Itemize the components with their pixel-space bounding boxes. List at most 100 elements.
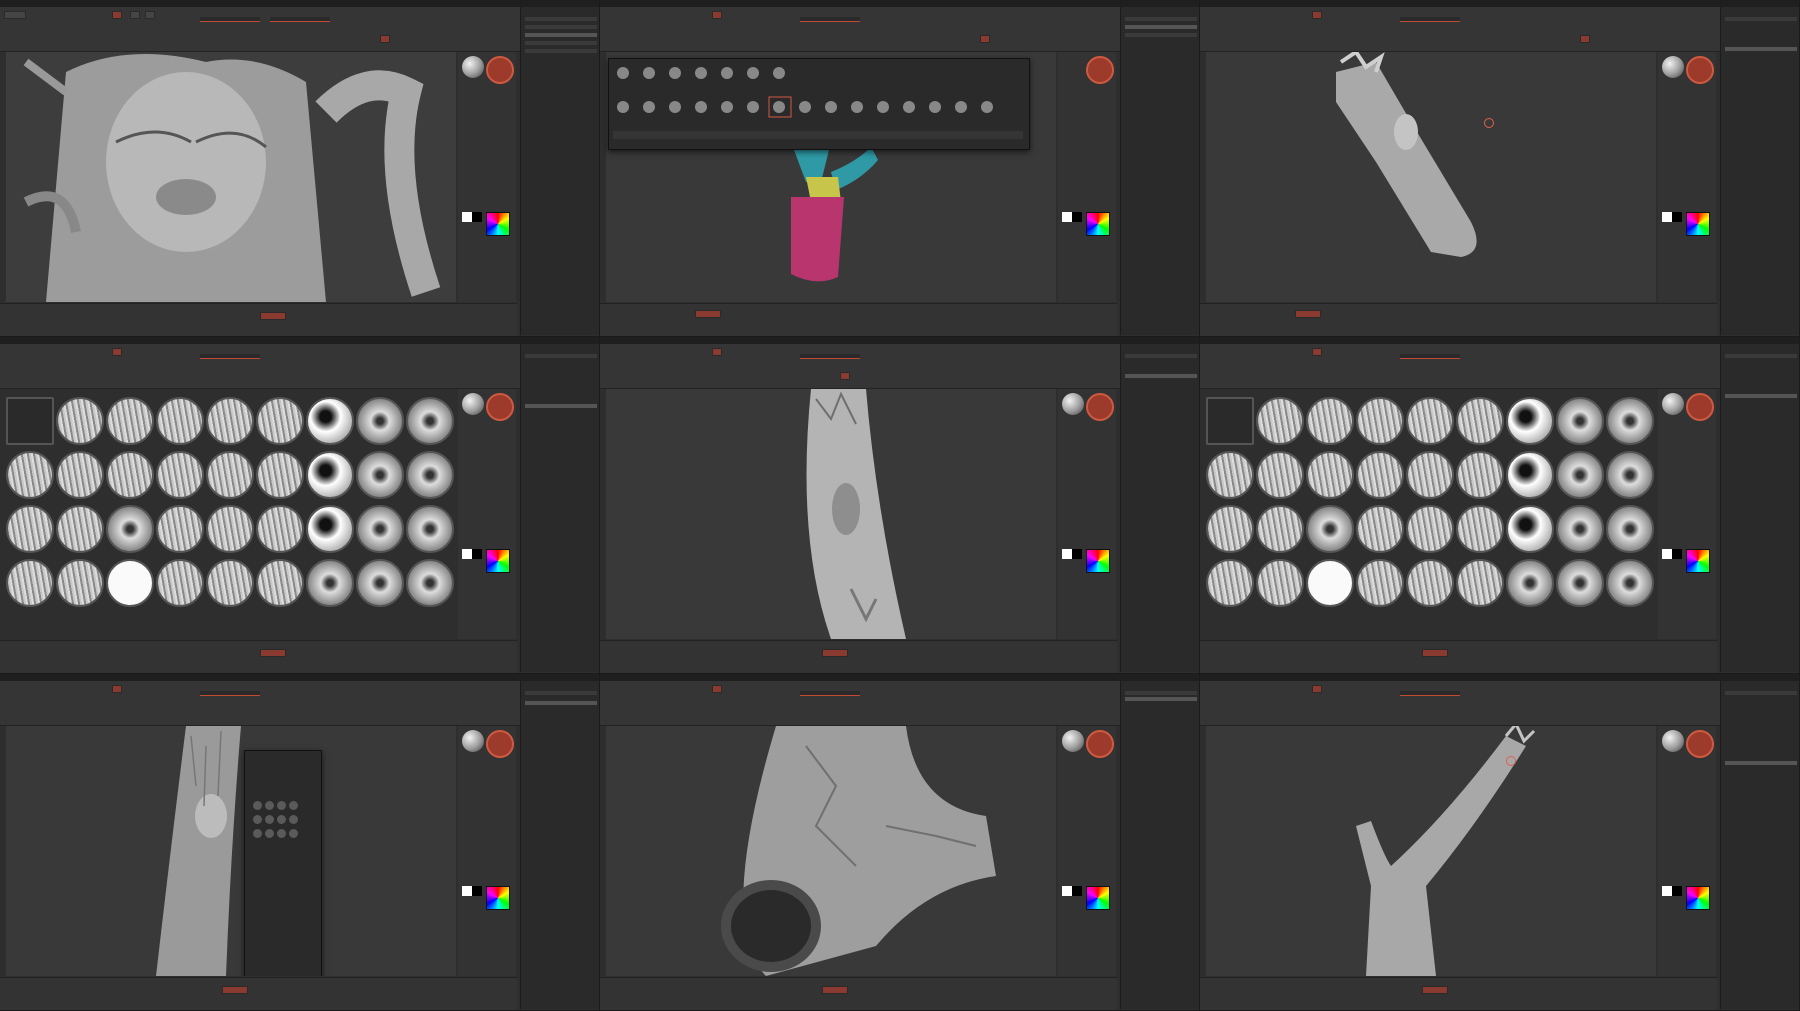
draw-size-slider[interactable]: [1400, 17, 1460, 22]
alpha-thumbnail[interactable]: [1456, 397, 1504, 445]
alpha-thumbnail[interactable]: [156, 451, 204, 499]
alpha-thumbnail[interactable]: [106, 397, 154, 445]
toolbar-button[interactable]: [4, 11, 26, 19]
brush-icon[interactable]: [265, 815, 274, 824]
alpha-thumbnail[interactable]: [6, 559, 54, 607]
scale-mode-button[interactable]: [145, 11, 155, 19]
alpha-thumbnail[interactable]: [1306, 559, 1354, 607]
color-picker-icon[interactable]: [1086, 212, 1110, 236]
black-swatch[interactable]: [1672, 549, 1682, 559]
alpha-thumbnail[interactable]: [406, 505, 454, 553]
palette-row[interactable]: [1125, 17, 1197, 21]
color-circle-icon[interactable]: [1086, 730, 1114, 758]
brush-icon[interactable]: [277, 829, 286, 838]
palette-row[interactable]: [1125, 374, 1197, 378]
color-picker-icon[interactable]: [486, 549, 510, 573]
alpha-thumbnail[interactable]: [1456, 505, 1504, 553]
viewport[interactable]: [1206, 52, 1656, 302]
draw-mode-button[interactable]: [112, 11, 122, 19]
zadd-button[interactable]: [1580, 35, 1590, 43]
alpha-thumbnail[interactable]: [306, 451, 354, 499]
palette-row[interactable]: [1125, 697, 1197, 701]
matcap-sphere-icon[interactable]: [1062, 393, 1084, 415]
palette-row[interactable]: [1125, 25, 1197, 29]
alpha-thumbnail[interactable]: [206, 451, 254, 499]
alpha-thumbnail[interactable]: [1556, 505, 1604, 553]
matcap-sphere-icon[interactable]: [1662, 730, 1684, 752]
alpha-thumbnail[interactable]: [1606, 559, 1654, 607]
alpha-thumbnail[interactable]: [1306, 397, 1354, 445]
palette-row[interactable]: [525, 701, 597, 705]
alpha-thumbnail[interactable]: [1556, 397, 1604, 445]
black-swatch[interactable]: [472, 886, 482, 896]
palette-row[interactable]: [1125, 354, 1197, 358]
draw-size-slider[interactable]: [200, 691, 260, 696]
alpha-thumbnail[interactable]: [56, 397, 104, 445]
matcap-sphere-icon[interactable]: [462, 730, 484, 752]
bottom-button[interactable]: [822, 986, 848, 994]
palette-row[interactable]: [1725, 47, 1797, 51]
bottom-button[interactable]: [260, 649, 286, 657]
draw-size-slider[interactable]: [800, 354, 860, 359]
alpha-thumbnail[interactable]: [1406, 505, 1454, 553]
palette-row[interactable]: [1725, 761, 1797, 765]
viewport[interactable]: [606, 726, 1056, 976]
color-circle-icon[interactable]: [1686, 56, 1714, 84]
white-swatch[interactable]: [1662, 212, 1672, 222]
color-picker-icon[interactable]: [486, 886, 510, 910]
brush-icon[interactable]: [253, 829, 262, 838]
black-swatch[interactable]: [472, 212, 482, 222]
alpha-thumbnail[interactable]: [1206, 397, 1254, 445]
matcap-sphere-icon[interactable]: [462, 56, 484, 78]
alpha-thumbnail[interactable]: [1356, 505, 1404, 553]
draw-size-slider[interactable]: [200, 354, 260, 359]
brush-icon[interactable]: [289, 815, 298, 824]
palette-row[interactable]: [1125, 33, 1197, 37]
alpha-thumbnail[interactable]: [106, 451, 154, 499]
alpha-thumbnail[interactable]: [6, 451, 54, 499]
alpha-thumbnail[interactable]: [1256, 505, 1304, 553]
alpha-thumbnail[interactable]: [1406, 559, 1454, 607]
white-swatch[interactable]: [1062, 212, 1072, 222]
white-swatch[interactable]: [462, 886, 472, 896]
alpha-thumbnail[interactable]: [1606, 505, 1654, 553]
alpha-thumbnail[interactable]: [206, 559, 254, 607]
draw-mode-button[interactable]: [712, 348, 722, 356]
alpha-thumbnail[interactable]: [406, 397, 454, 445]
draw-mode-button[interactable]: [112, 348, 122, 356]
alpha-thumbnail[interactable]: [256, 451, 304, 499]
move-mode-button[interactable]: [130, 11, 140, 19]
color-circle-icon[interactable]: [486, 56, 514, 84]
black-swatch[interactable]: [472, 549, 482, 559]
brush-popup[interactable]: [608, 58, 1030, 150]
bottom-button[interactable]: [1295, 310, 1321, 318]
viewport[interactable]: [6, 726, 456, 976]
z-intensity-slider[interactable]: [270, 17, 330, 22]
bottom-button[interactable]: [822, 649, 848, 657]
alpha-thumbnail[interactable]: [1356, 559, 1404, 607]
alpha-thumbnail[interactable]: [306, 505, 354, 553]
color-circle-icon[interactable]: [1686, 393, 1714, 421]
matcap-sphere-icon[interactable]: [1662, 56, 1684, 78]
brush-icon[interactable]: [265, 801, 274, 810]
alpha-thumbnail[interactable]: [1256, 451, 1304, 499]
draw-size-slider[interactable]: [1400, 354, 1460, 359]
alpha-thumbnail[interactable]: [1206, 451, 1254, 499]
alpha-thumbnail[interactable]: [56, 451, 104, 499]
alpha-thumbnail[interactable]: [1356, 397, 1404, 445]
alpha-thumbnail[interactable]: [1356, 451, 1404, 499]
matcap-sphere-icon[interactable]: [462, 393, 484, 415]
alpha-thumbnail[interactable]: [56, 505, 104, 553]
alpha-thumbnail[interactable]: [1256, 559, 1304, 607]
palette-row[interactable]: [525, 25, 597, 29]
palette-row[interactable]: [525, 49, 597, 53]
draw-mode-button[interactable]: [112, 685, 122, 693]
white-swatch[interactable]: [462, 549, 472, 559]
color-picker-icon[interactable]: [1086, 886, 1110, 910]
white-swatch[interactable]: [462, 212, 472, 222]
palette-row[interactable]: [1725, 691, 1797, 695]
bottom-button[interactable]: [222, 986, 248, 994]
alpha-thumbnail[interactable]: [1306, 451, 1354, 499]
draw-size-slider[interactable]: [200, 17, 260, 22]
alpha-thumbnail[interactable]: [1406, 397, 1454, 445]
